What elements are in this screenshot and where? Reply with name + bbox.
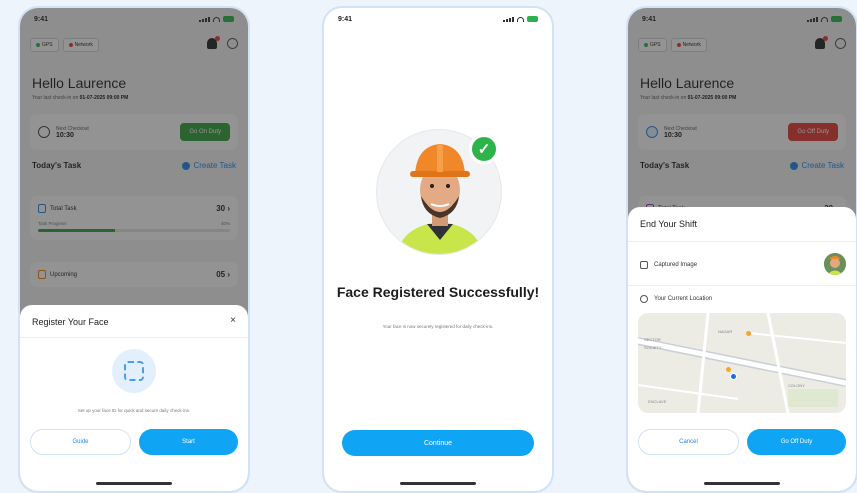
map-label: COLONY bbox=[788, 383, 805, 388]
continue-button[interactable]: Continue bbox=[342, 430, 534, 456]
start-button[interactable]: Start bbox=[139, 429, 238, 455]
register-face-description: Set up your face ID for quick and secure… bbox=[77, 408, 191, 413]
end-shift-title: End Your Shift bbox=[640, 219, 698, 229]
wifi-icon bbox=[517, 16, 524, 22]
face-scan-icon bbox=[112, 349, 156, 393]
current-location-row: Your Current Location bbox=[640, 295, 844, 303]
captured-selfie-thumbnail[interactable] bbox=[824, 253, 846, 275]
go-off-duty-confirm-button[interactable]: Go Off Duty bbox=[747, 429, 846, 455]
location-map[interactable]: SECTOR SOCIETY NAGAR COLONY ENCLAVE bbox=[638, 313, 846, 413]
map-label: NAGAR bbox=[718, 329, 733, 334]
status-bar: 9:41 bbox=[324, 8, 552, 30]
captured-image-row: Captured Image bbox=[640, 261, 844, 269]
phone-register-face: 9:41 GPS Network Hello Laurence Your las… bbox=[18, 6, 250, 493]
cancel-button[interactable]: Cancel bbox=[638, 429, 739, 455]
phone-face-registered: 9:41 ✓ Face Registered Successfully! You… bbox=[322, 6, 554, 493]
home-indicator bbox=[96, 482, 172, 485]
status-time: 9:41 bbox=[338, 15, 353, 23]
end-shift-sheet: End Your Shift Captured Image Your Curre… bbox=[628, 207, 856, 491]
success-title: Face Registered Successfully! bbox=[336, 284, 540, 300]
signal-icon bbox=[503, 16, 514, 22]
map-poi-icon bbox=[746, 331, 751, 336]
map-poi-icon bbox=[726, 367, 731, 372]
success-subtitle: Your face is now securely registered for… bbox=[382, 324, 494, 329]
register-face-sheet: Register Your Face × Set up your face ID… bbox=[20, 305, 248, 491]
current-location-pin-icon bbox=[730, 373, 737, 380]
image-icon bbox=[640, 261, 648, 269]
home-indicator bbox=[704, 482, 780, 485]
register-face-title: Register Your Face bbox=[32, 317, 109, 327]
close-icon[interactable]: × bbox=[230, 315, 236, 326]
phone-end-shift: 9:41 GPS Network Hello Laurence Your las… bbox=[626, 6, 857, 493]
location-icon bbox=[640, 295, 648, 303]
home-indicator bbox=[400, 482, 476, 485]
battery-icon bbox=[527, 16, 538, 22]
success-check-icon: ✓ bbox=[469, 134, 499, 164]
guide-button[interactable]: Guide bbox=[30, 429, 131, 455]
map-label: SOCIETY bbox=[644, 345, 662, 350]
map-label: ENCLAVE bbox=[648, 399, 667, 404]
map-label: SECTOR bbox=[644, 337, 661, 342]
